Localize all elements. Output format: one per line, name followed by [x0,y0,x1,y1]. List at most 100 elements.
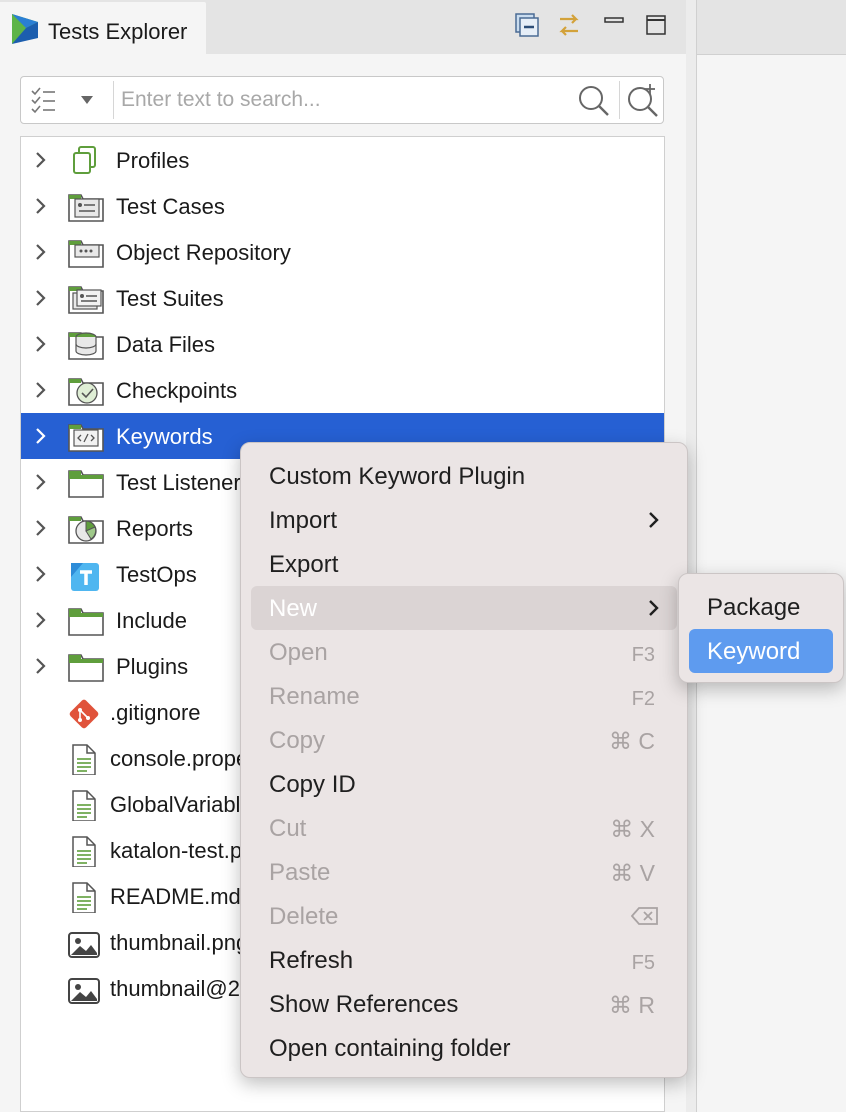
menu-item[interactable]: Copy ⌘ C [251,718,677,762]
menu-item[interactable]: Paste ⌘ V [251,850,677,894]
menu-item[interactable]: Delete [251,894,677,938]
editor-tab-bar [697,0,846,55]
testops-icon [71,563,99,591]
minimize-icon[interactable] [600,10,630,40]
chevron-right-icon[interactable] [31,242,51,262]
chevron-right-icon [649,600,659,616]
menu-item-label: New [269,595,318,622]
git-icon [69,699,99,729]
menu-item[interactable]: Open containing folder [251,1026,677,1070]
chevron-right-icon[interactable] [31,472,51,492]
checkpoints-folder-icon [68,378,104,406]
search-placeholder[interactable]: Enter text to search... [121,88,321,112]
chevron-right-icon[interactable] [31,610,51,630]
menu-item[interactable]: Refresh F5 [251,938,677,982]
tree-item[interactable]: Object Repository [21,229,664,275]
menu-item[interactable]: New [251,586,677,630]
menu-item[interactable]: Show References ⌘ R [251,982,677,1026]
checklist-icon[interactable] [29,85,59,115]
menu-item-label: Open containing folder [269,1035,511,1062]
tree-item-label: Test Suites [116,286,224,311]
menu-item[interactable]: Export [251,542,677,586]
tree-item[interactable]: Checkpoints [21,367,664,413]
text-file-icon [72,882,96,913]
dropdown-icon[interactable] [79,93,95,107]
folder-icon [68,654,104,682]
image-file-icon [68,932,100,958]
menu-item-label: Copy ID [269,771,356,798]
chevron-right-icon[interactable] [31,518,51,538]
menu-item-label: Refresh [269,947,354,974]
chevron-right-icon[interactable] [31,564,51,584]
menu-item[interactable]: Rename F2 [251,674,677,718]
menu-item-shortcut: F5 [631,952,655,974]
advanced-search-icon[interactable] [625,81,661,119]
text-file-icon [72,790,96,821]
tree-item-label: thumbnail.png [110,930,249,955]
menu-item[interactable]: Custom Keyword Plugin [251,454,677,498]
context-menu: Custom Keyword Plugin Import Export New Open… [240,442,688,1078]
tree-item-label: Reports [116,516,194,541]
submenu-item[interactable]: Keyword [689,629,833,673]
menu-item-label: Export [269,551,339,578]
menu-item[interactable]: Cut ⌘ X [251,806,677,850]
tree-item-label: Object Repository [116,240,291,265]
tree-item[interactable]: Test Suites [21,275,664,321]
delete-key-icon [631,907,658,925]
menu-item-label: Custom Keyword Plugin [269,463,526,490]
menu-item-label: Import [269,507,338,534]
tests-explorer-tab[interactable]: Tests Explorer [0,2,206,54]
folder-icon [68,608,104,636]
data-files-folder-icon [68,332,104,360]
tree-item-label: Test Cases [116,194,225,219]
tree-item-label: README.md [110,884,241,909]
keywords-folder-icon [68,424,104,452]
maximize-icon[interactable] [642,10,672,40]
text-file-icon [72,836,96,867]
tree-item-label: .gitignore [110,700,201,725]
tree-item[interactable]: Data Files [21,321,664,367]
panel-tab-bar: Tests Explorer [0,0,687,54]
submenu-item[interactable]: Package [689,585,833,629]
tree-item-label: Test Listeners [116,470,252,495]
menu-item-label: Rename [269,683,360,710]
katalon-logo-icon [12,14,38,44]
submenu-item-label: Keyword [707,638,801,665]
tree-item-label: Plugins [116,654,189,679]
menu-item[interactable]: Open F3 [251,630,677,674]
menu-item-label: Show References [269,991,459,1018]
tree-item-label: Checkpoints [116,378,238,403]
search-separator [619,81,620,119]
tree-item-label: Include [116,608,187,633]
menu-item-shortcut: ⌘ X [610,816,655,842]
chevron-right-icon[interactable] [31,196,51,216]
tree-item[interactable]: Test Cases [21,183,664,229]
menu-item-label: Delete [269,903,339,930]
chevron-right-icon[interactable] [31,426,51,446]
chevron-right-icon [649,512,659,528]
profiles-icon [73,146,96,174]
minimize-view-icon[interactable] [512,10,542,40]
editor-area [696,0,846,1112]
chevron-right-icon[interactable] [31,150,51,170]
menu-item-label: Open [269,639,328,666]
chevron-right-icon[interactable] [31,334,51,354]
chevron-right-icon[interactable] [31,656,51,676]
menu-item[interactable]: Copy ID [251,762,677,806]
menu-item-shortcut: ⌘ C [609,728,655,754]
link-editor-icon[interactable] [554,10,584,40]
chevron-right-icon[interactable] [31,288,51,308]
test-cases-folder-icon [68,194,104,222]
menu-item-label: Paste [269,859,331,886]
menu-item-shortcut: F3 [631,644,655,666]
menu-item[interactable]: Import [251,498,677,542]
menu-item-shortcut: ⌘ R [609,992,655,1018]
search-separator [113,81,114,119]
test-suites-folder-icon [68,286,104,314]
chevron-right-icon[interactable] [31,380,51,400]
object-repository-folder-icon [68,240,104,268]
menu-item-label: Cut [269,815,307,842]
search-bar: Enter text to search... [20,76,664,124]
tree-item[interactable]: Profiles [21,137,664,183]
search-icon[interactable] [576,83,612,119]
